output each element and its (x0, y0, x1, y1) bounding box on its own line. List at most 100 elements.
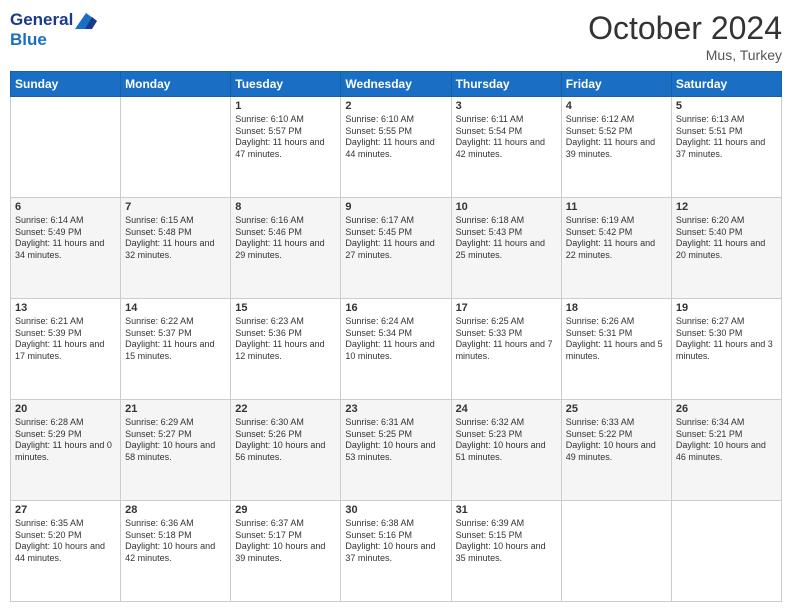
cell-info: Sunrise: 6:16 AM Sunset: 5:46 PM Dayligh… (235, 215, 336, 262)
calendar-cell: 7 Sunrise: 6:15 AM Sunset: 5:48 PM Daylig… (121, 198, 231, 299)
calendar-cell: 12Sunrise: 6:20 AM Sunset: 5:40 PM Dayli… (671, 198, 781, 299)
day-number: 15 (235, 302, 336, 314)
calendar-cell: 29 Sunrise: 6:37 AM Sunset: 5:17 PM Dayli… (231, 501, 341, 602)
day-number: 6 (15, 201, 116, 213)
calendar-week-4: 20 Sunrise: 6:28 AM Sunset: 5:29 PM Dayli… (11, 400, 782, 501)
day-number: 25 (566, 403, 667, 415)
calendar-table: Sunday Monday Tuesday Wednesday Thursday… (10, 71, 782, 602)
day-number: 13 (15, 302, 116, 314)
calendar-cell: 3Sunrise: 6:11 AM Sunset: 5:54 PM Daylig… (451, 97, 561, 198)
calendar-cell: 13 Sunrise: 6:21 AM Sunset: 5:39 PM Dayli… (11, 299, 121, 400)
cell-info: Sunrise: 6:34 AM Sunset: 5:21 PM Dayligh… (676, 417, 777, 464)
page: General Blue October 2024 Mus, Turkey Su… (0, 0, 792, 612)
day-number: 16 (345, 302, 446, 314)
calendar-cell: 18 Sunrise: 6:26 AM Sunset: 5:31 PM Dayli… (561, 299, 671, 400)
calendar-cell: 26 Sunrise: 6:34 AM Sunset: 5:21 PM Dayli… (671, 400, 781, 501)
cell-info: Sunrise: 6:30 AM Sunset: 5:26 PM Dayligh… (235, 417, 336, 464)
cell-info: Sunrise: 6:15 AM Sunset: 5:48 PM Dayligh… (125, 215, 226, 262)
logo: General Blue (10, 10, 97, 49)
day-number: 23 (345, 403, 446, 415)
header: General Blue October 2024 Mus, Turkey (10, 10, 782, 63)
day-number: 7 (125, 201, 226, 213)
calendar-cell: 15Sunrise: 6:23 AM Sunset: 5:36 PM Dayli… (231, 299, 341, 400)
cell-info: Sunrise: 6:14 AM Sunset: 5:49 PM Dayligh… (15, 215, 116, 262)
calendar-cell: 23Sunrise: 6:31 AM Sunset: 5:25 PM Dayli… (341, 400, 451, 501)
day-number: 22 (235, 403, 336, 415)
calendar-week-1: 1Sunrise: 6:10 AM Sunset: 5:57 PM Daylig… (11, 97, 782, 198)
cell-info: Sunrise: 6:26 AM Sunset: 5:31 PM Dayligh… (566, 316, 667, 363)
cell-info: Sunrise: 6:33 AM Sunset: 5:22 PM Dayligh… (566, 417, 667, 464)
logo-icon (75, 13, 97, 29)
day-number: 5 (676, 100, 777, 112)
day-number: 26 (676, 403, 777, 415)
calendar-cell: 2 Sunrise: 6:10 AM Sunset: 5:55 PM Daylig… (341, 97, 451, 198)
day-number: 20 (15, 403, 116, 415)
cell-info: Sunrise: 6:29 AM Sunset: 5:27 PM Dayligh… (125, 417, 226, 464)
location: Mus, Turkey (588, 47, 782, 63)
calendar-cell: 17 Sunrise: 6:25 AM Sunset: 5:33 PM Dayli… (451, 299, 561, 400)
calendar-cell: 24Sunrise: 6:32 AM Sunset: 5:23 PM Dayli… (451, 400, 561, 501)
cell-info: Sunrise: 6:20 AM Sunset: 5:40 PM Dayligh… (676, 215, 777, 262)
day-number: 19 (676, 302, 777, 314)
day-number: 14 (125, 302, 226, 314)
cell-info: Sunrise: 6:22 AM Sunset: 5:37 PM Dayligh… (125, 316, 226, 363)
cell-info: Sunrise: 6:12 AM Sunset: 5:52 PM Dayligh… (566, 114, 667, 161)
calendar-cell (561, 501, 671, 602)
calendar-cell: 5 Sunrise: 6:13 AM Sunset: 5:51 PM Daylig… (671, 97, 781, 198)
cell-info: Sunrise: 6:28 AM Sunset: 5:29 PM Dayligh… (15, 417, 116, 464)
col-wednesday: Wednesday (341, 72, 451, 97)
calendar-cell: 28 Sunrise: 6:36 AM Sunset: 5:18 PM Dayli… (121, 501, 231, 602)
cell-info: Sunrise: 6:13 AM Sunset: 5:51 PM Dayligh… (676, 114, 777, 161)
cell-info: Sunrise: 6:25 AM Sunset: 5:33 PM Dayligh… (456, 316, 557, 363)
day-number: 28 (125, 504, 226, 516)
col-friday: Friday (561, 72, 671, 97)
day-number: 17 (456, 302, 557, 314)
day-number: 1 (235, 100, 336, 112)
calendar-cell: 25 Sunrise: 6:33 AM Sunset: 5:22 PM Dayli… (561, 400, 671, 501)
cell-info: Sunrise: 6:27 AM Sunset: 5:30 PM Dayligh… (676, 316, 777, 363)
cell-info: Sunrise: 6:21 AM Sunset: 5:39 PM Dayligh… (15, 316, 116, 363)
calendar-week-3: 13 Sunrise: 6:21 AM Sunset: 5:39 PM Dayli… (11, 299, 782, 400)
cell-info: Sunrise: 6:10 AM Sunset: 5:55 PM Dayligh… (345, 114, 446, 161)
calendar-cell: 20 Sunrise: 6:28 AM Sunset: 5:29 PM Dayli… (11, 400, 121, 501)
title-block: October 2024 Mus, Turkey (588, 10, 782, 63)
day-number: 27 (15, 504, 116, 516)
cell-info: Sunrise: 6:11 AM Sunset: 5:54 PM Dayligh… (456, 114, 557, 161)
calendar-cell: 4 Sunrise: 6:12 AM Sunset: 5:52 PM Daylig… (561, 97, 671, 198)
col-sunday: Sunday (11, 72, 121, 97)
cell-info: Sunrise: 6:24 AM Sunset: 5:34 PM Dayligh… (345, 316, 446, 363)
calendar-cell: 1Sunrise: 6:10 AM Sunset: 5:57 PM Daylig… (231, 97, 341, 198)
cell-info: Sunrise: 6:39 AM Sunset: 5:15 PM Dayligh… (456, 518, 557, 565)
day-number: 30 (345, 504, 446, 516)
day-number: 2 (345, 100, 446, 112)
calendar-cell: 8Sunrise: 6:16 AM Sunset: 5:46 PM Daylig… (231, 198, 341, 299)
calendar-cell: 19 Sunrise: 6:27 AM Sunset: 5:30 PM Dayli… (671, 299, 781, 400)
col-tuesday: Tuesday (231, 72, 341, 97)
calendar-cell: 16 Sunrise: 6:24 AM Sunset: 5:34 PM Dayli… (341, 299, 451, 400)
cell-info: Sunrise: 6:19 AM Sunset: 5:42 PM Dayligh… (566, 215, 667, 262)
day-number: 11 (566, 201, 667, 213)
day-number: 10 (456, 201, 557, 213)
calendar-cell: 22 Sunrise: 6:30 AM Sunset: 5:26 PM Dayli… (231, 400, 341, 501)
day-number: 21 (125, 403, 226, 415)
day-number: 31 (456, 504, 557, 516)
month-title: October 2024 (588, 10, 782, 47)
logo-text: General (10, 10, 97, 30)
calendar-week-2: 6 Sunrise: 6:14 AM Sunset: 5:49 PM Daylig… (11, 198, 782, 299)
cell-info: Sunrise: 6:18 AM Sunset: 5:43 PM Dayligh… (456, 215, 557, 262)
day-number: 4 (566, 100, 667, 112)
cell-info: Sunrise: 6:36 AM Sunset: 5:18 PM Dayligh… (125, 518, 226, 565)
calendar-cell: 27Sunrise: 6:35 AM Sunset: 5:20 PM Dayli… (11, 501, 121, 602)
day-number: 29 (235, 504, 336, 516)
day-number: 18 (566, 302, 667, 314)
calendar-cell: 9Sunrise: 6:17 AM Sunset: 5:45 PM Daylig… (341, 198, 451, 299)
cell-info: Sunrise: 6:38 AM Sunset: 5:16 PM Dayligh… (345, 518, 446, 565)
col-saturday: Saturday (671, 72, 781, 97)
logo-blue: Blue (10, 30, 97, 50)
cell-info: Sunrise: 6:37 AM Sunset: 5:17 PM Dayligh… (235, 518, 336, 565)
calendar-cell: 10 Sunrise: 6:18 AM Sunset: 5:43 PM Dayli… (451, 198, 561, 299)
calendar-cell (121, 97, 231, 198)
calendar-cell: 21 Sunrise: 6:29 AM Sunset: 5:27 PM Dayli… (121, 400, 231, 501)
calendar-header-row: Sunday Monday Tuesday Wednesday Thursday… (11, 72, 782, 97)
day-number: 24 (456, 403, 557, 415)
